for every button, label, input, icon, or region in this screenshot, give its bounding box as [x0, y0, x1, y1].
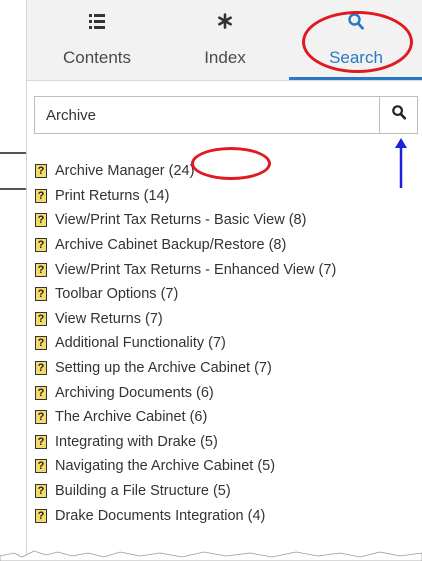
search-result-item[interactable]: ? View Returns (7) — [35, 307, 422, 332]
help-topic-icon: ? — [35, 164, 47, 179]
search-results-list: ? Archive Manager (24) ? Print Returns (14… — [35, 159, 422, 528]
search-result-item[interactable]: ? Navigating the Archive Cabinet (5) — [35, 454, 422, 479]
search-result-item[interactable]: ? Drake Documents Integration (4) — [35, 503, 422, 528]
help-topic-icon: ? — [35, 336, 47, 351]
search-box — [34, 96, 418, 134]
search-result-item[interactable]: ? Setting up the Archive Cabinet (7) — [35, 356, 422, 381]
tab-index[interactable]: Index — [185, 0, 265, 80]
search-result-item[interactable]: ? View/Print Tax Returns - Basic View (8) — [35, 208, 422, 233]
annotation-circle-search-tab — [302, 11, 413, 73]
help-topic-icon: ? — [35, 410, 47, 425]
search-icon — [391, 105, 406, 125]
help-topic-icon: ? — [35, 508, 47, 523]
list-icon — [47, 10, 147, 32]
help-topic-icon: ? — [35, 385, 47, 400]
result-title: The Archive Cabinet (6) — [55, 409, 208, 426]
result-title: Navigating the Archive Cabinet (5) — [55, 458, 276, 475]
tab-contents-label: Contents — [62, 48, 132, 67]
search-result-item[interactable]: ? Toolbar Options (7) — [35, 282, 422, 307]
search-result-item[interactable]: ? Archiving Documents (6) — [35, 380, 422, 405]
search-button[interactable] — [379, 97, 417, 133]
annotation-circle-count — [191, 147, 271, 180]
search-result-item[interactable]: ? Integrating with Drake (5) — [35, 430, 422, 455]
result-title: Additional Functionality (7) — [55, 335, 226, 352]
active-tab-indicator — [289, 77, 422, 80]
annotation-tick-bottom — [0, 188, 26, 190]
help-topic-icon: ? — [35, 188, 47, 203]
torn-edge — [0, 550, 422, 561]
help-topic-icon: ? — [35, 434, 47, 449]
help-topic-icon: ? — [35, 361, 47, 376]
asterisk-icon — [185, 10, 265, 32]
result-title: Drake Documents Integration (4) — [55, 507, 266, 524]
help-topic-icon: ? — [35, 213, 47, 228]
result-title: View Returns (7) — [55, 310, 163, 327]
search-result-item[interactable]: ? Additional Functionality (7) — [35, 331, 422, 356]
help-topic-icon: ? — [35, 262, 47, 277]
result-title: Integrating with Drake (5) — [55, 433, 218, 450]
search-input[interactable] — [35, 97, 373, 133]
tab-index-label: Index — [204, 48, 246, 67]
help-topic-icon: ? — [35, 311, 47, 326]
result-title: Setting up the Archive Cabinet (7) — [55, 360, 272, 377]
help-topic-icon: ? — [35, 484, 47, 499]
help-topic-icon: ? — [35, 459, 47, 474]
result-title: View/Print Tax Returns - Basic View (8) — [55, 212, 307, 229]
result-title: Print Returns (14) — [55, 187, 170, 204]
result-title: Toolbar Options (7) — [55, 286, 179, 303]
search-result-item[interactable]: ? Building a File Structure (5) — [35, 479, 422, 504]
tab-bar: Contents Index Search — [27, 0, 422, 81]
result-title: Archiving Documents (6) — [55, 384, 214, 401]
help-topic-icon: ? — [35, 238, 47, 253]
search-result-item[interactable]: ? The Archive Cabinet (6) — [35, 405, 422, 430]
annotation-tick-top — [0, 152, 26, 154]
help-panel: Contents Index Search Archive ? Archive … — [26, 0, 422, 561]
result-title: Archive Cabinet Backup/Restore (8) — [55, 237, 287, 254]
result-title: Archive Manager (24) — [55, 163, 195, 180]
result-title: Building a File Structure (5) — [55, 483, 231, 500]
tab-contents[interactable]: Contents — [47, 0, 147, 80]
search-result-item[interactable]: ? Archive Cabinet Backup/Restore (8) — [35, 233, 422, 258]
search-result-item[interactable]: ? Print Returns (14) — [35, 184, 422, 209]
result-title: View/Print Tax Returns - Enhanced View (… — [55, 261, 337, 278]
search-result-item[interactable]: ? View/Print Tax Returns - Enhanced View … — [35, 257, 422, 282]
help-topic-icon: ? — [35, 287, 47, 302]
